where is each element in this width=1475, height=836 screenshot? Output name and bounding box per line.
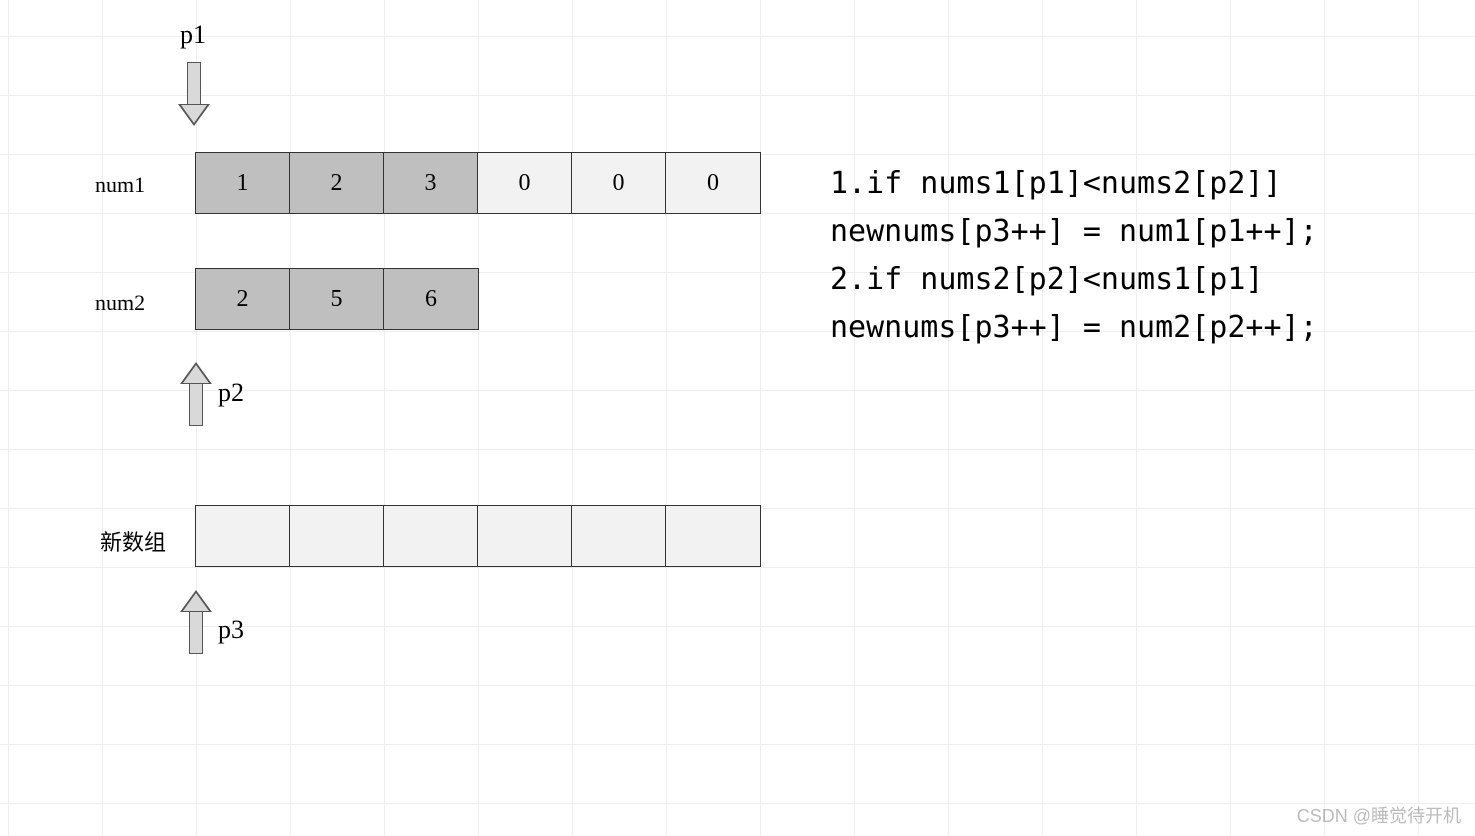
- num1-cell-0: 1: [196, 153, 290, 213]
- code-line-3: 2.if nums2[p2]<nums1[p1]: [830, 256, 1318, 304]
- pointer-p2-label: p2: [218, 378, 244, 408]
- code-line-2: newnums[p3++] = num1[p1++];: [830, 208, 1318, 256]
- code-line-4: newnums[p3++] = num2[p2++];: [830, 304, 1318, 352]
- num1-label: num1: [95, 172, 145, 198]
- num2-label: num2: [95, 290, 145, 316]
- pointer-p1-label: p1: [180, 20, 206, 50]
- num1-cell-3: 0: [478, 153, 572, 213]
- arrow-up-p2: [180, 362, 212, 426]
- num1-cell-2: 3: [384, 153, 478, 213]
- num1-cell-1: 2: [290, 153, 384, 213]
- num2-cell-0: 2: [196, 269, 290, 329]
- newarray-cell-3: [478, 506, 572, 566]
- code-block: 1.if nums1[p1]<nums2[p2]] newnums[p3++] …: [830, 160, 1318, 352]
- diagram-container: p1 num1 1 2 3 0 0 0 num2 2 5 6 p2 新数组: [0, 0, 1475, 836]
- code-line-1: 1.if nums1[p1]<nums2[p2]]: [830, 160, 1318, 208]
- newarray-cell-5: [666, 506, 760, 566]
- newarray-label: 新数组: [100, 525, 166, 557]
- newarray-cell-0: [196, 506, 290, 566]
- num2-array: 2 5 6: [195, 268, 479, 330]
- arrow-down-p1: [178, 62, 210, 126]
- pointer-p3-label: p3: [218, 615, 244, 645]
- num1-cell-4: 0: [572, 153, 666, 213]
- watermark: CSDN @睡觉待开机: [1297, 802, 1461, 828]
- num2-cell-2: 6: [384, 269, 478, 329]
- arrow-up-p3: [180, 590, 212, 654]
- newarray: [195, 505, 761, 567]
- num1-cell-5: 0: [666, 153, 760, 213]
- newarray-cell-1: [290, 506, 384, 566]
- newarray-cell-2: [384, 506, 478, 566]
- newarray-cell-4: [572, 506, 666, 566]
- num1-array: 1 2 3 0 0 0: [195, 152, 761, 214]
- num2-cell-1: 5: [290, 269, 384, 329]
